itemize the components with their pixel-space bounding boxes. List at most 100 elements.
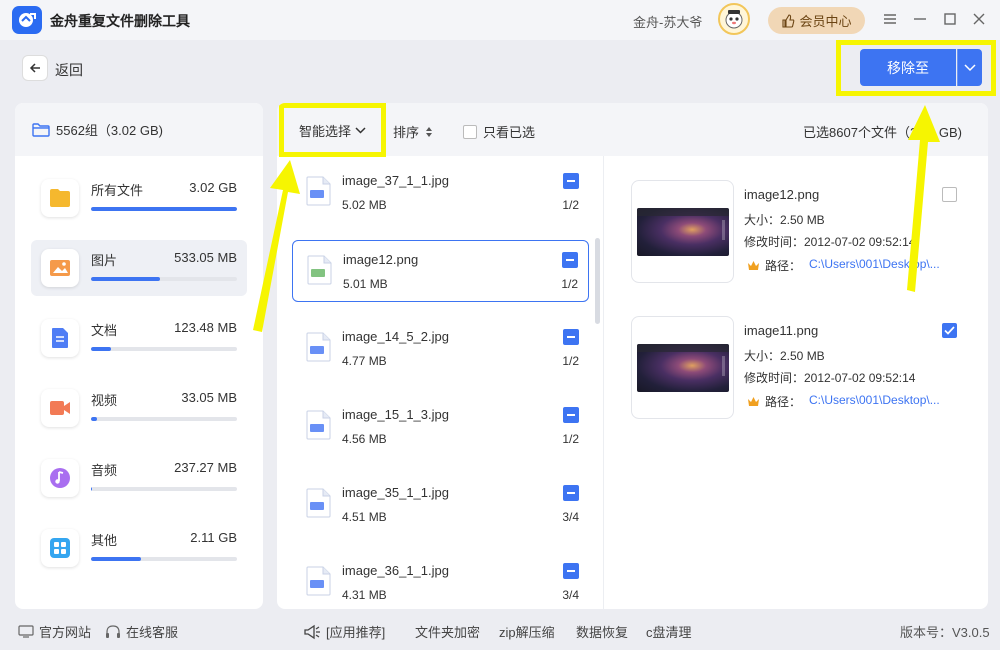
file-row[interactable]: image_14_5_2.jpg 4.77 MB 1/2 — [292, 318, 589, 380]
apps-icon — [41, 529, 79, 567]
app-title: 金舟重复文件删除工具 — [50, 13, 190, 29]
file-name: image_35_1_1.jpg — [342, 485, 449, 500]
select-checkbox[interactable] — [942, 187, 957, 202]
arrow-left-icon — [29, 63, 40, 73]
file-name: image_37_1_1.jpg — [342, 173, 449, 188]
deselect-checkbox[interactable] — [563, 173, 579, 189]
deselect-checkbox[interactable] — [562, 252, 578, 268]
file-size: 4.77 MB — [342, 354, 387, 368]
image-thumbnail[interactable] — [631, 316, 734, 419]
footer-link-folder-encrypt[interactable]: 文件夹加密 — [415, 622, 480, 641]
move-to-dropdown[interactable] — [957, 49, 982, 86]
menu-icon[interactable] — [880, 9, 900, 29]
category-progress-fill — [91, 277, 160, 281]
sort-icon — [426, 126, 433, 137]
detail-path-label: 路径： — [765, 395, 802, 409]
file-row[interactable]: image12.png 5.01 MB 1/2 — [292, 240, 589, 302]
online-service-link[interactable]: 在线客服 — [105, 622, 178, 641]
title-bar: 金舟重复文件删除工具 金舟-苏大爷 会员中心 — [0, 0, 1000, 40]
category-progress — [91, 277, 237, 281]
image-file-icon — [307, 255, 332, 285]
sidebar-item-videos[interactable]: 视频 33.05 MB — [31, 380, 247, 436]
sidebar-item-all-files[interactable]: 所有文件 3.02 GB — [31, 170, 247, 226]
official-site-label: 官方网站 — [39, 625, 92, 640]
detail-file-name: image12.png — [744, 187, 820, 202]
category-progress — [91, 417, 237, 421]
detail-file-size: 大小：2.50 MB — [744, 213, 825, 227]
only-selected-label: 只看已选 — [483, 125, 536, 140]
category-name: 其他 — [91, 533, 118, 548]
sidebar-item-images[interactable]: 图片 533.05 MB — [31, 240, 247, 296]
deselect-checkbox[interactable] — [563, 329, 579, 345]
vip-center-button[interactable]: 会员中心 — [768, 7, 865, 34]
file-group-index: 3/4 — [562, 510, 579, 524]
official-site-link[interactable]: 官方网站 — [18, 622, 91, 641]
category-size: 33.05 MB — [181, 390, 237, 405]
smart-select-dropdown[interactable]: 智能选择 — [279, 103, 386, 157]
file-name: image_36_1_1.jpg — [342, 563, 449, 578]
only-selected-toggle[interactable]: 只看已选 — [463, 122, 535, 141]
recommend-link[interactable]: [应用推荐] — [303, 622, 385, 641]
file-group-index: 3/4 — [562, 588, 579, 602]
user-name[interactable]: 金舟-苏大爷 — [633, 12, 702, 31]
file-panel: 智能选择 排序 只看已选 已选8607个文件（2.71 GB) image_37… — [277, 103, 988, 609]
file-size: 5.02 MB — [342, 198, 387, 212]
sidebar-item-documents[interactable]: 文档 123.48 MB — [31, 310, 247, 366]
image-icon — [41, 249, 79, 287]
deselect-checkbox[interactable] — [563, 563, 579, 579]
crown-icon — [748, 397, 759, 406]
category-progress — [91, 347, 237, 351]
back-button[interactable] — [22, 55, 48, 81]
category-size: 123.48 MB — [174, 320, 237, 335]
detail-modified-time: 修改时间：2012-07-02 09:52:14 — [744, 371, 916, 385]
file-group-index: 1/2 — [562, 198, 579, 212]
move-to-button[interactable]: 移除至 — [860, 49, 956, 86]
footer-link-data-recovery[interactable]: 数据恢复 — [576, 622, 628, 641]
close-icon[interactable] — [969, 9, 989, 29]
file-row[interactable]: image_36_1_1.jpg 4.31 MB 3/4 — [292, 552, 589, 609]
vip-center-label: 会员中心 — [799, 14, 852, 29]
detail-path-link[interactable]: C:\Users\001\Desktop\... — [809, 257, 959, 271]
footer-link-zip[interactable]: zip解压缩 — [499, 622, 555, 641]
category-size: 533.05 MB — [174, 250, 237, 265]
video-icon — [41, 389, 79, 427]
category-sidebar: 5562组（3.02 GB) 所有文件 3.02 GB 图片 533.05 MB… — [15, 103, 263, 609]
avatar[interactable] — [718, 3, 750, 35]
file-name: image_14_5_2.jpg — [342, 329, 449, 344]
minimize-icon[interactable] — [910, 9, 930, 29]
category-name: 图片 — [91, 253, 118, 268]
deselect-checkbox[interactable] — [563, 407, 579, 423]
monitor-icon — [18, 625, 34, 638]
detail-path-link[interactable]: C:\Users\001\Desktop\... — [809, 393, 959, 407]
category-name: 视频 — [91, 393, 118, 408]
online-service-label: 在线客服 — [126, 625, 179, 640]
only-selected-checkbox[interactable] — [463, 124, 477, 139]
sidebar-summary-text: 5562组（3.02 GB) — [56, 123, 163, 138]
move-to-highlight: 移除至 — [836, 40, 996, 96]
file-list-scrollbar[interactable] — [595, 238, 600, 324]
category-progress-fill — [91, 487, 93, 491]
back-label[interactable]: 返回 — [55, 60, 83, 80]
selected-count: 已选8607个文件（2.71 GB) — [803, 125, 962, 140]
file-row[interactable]: image_35_1_1.jpg 4.51 MB 3/4 — [292, 474, 589, 536]
duplicate-detail-card: image11.png 大小：2.50 MB 修改时间：2012-07-02 0… — [631, 316, 961, 422]
deselect-checkbox[interactable] — [563, 485, 579, 501]
file-row[interactable]: image_15_1_3.jpg 4.56 MB 1/2 — [292, 396, 589, 458]
file-row[interactable]: image_37_1_1.jpg 5.02 MB 1/2 — [292, 162, 589, 224]
category-progress — [91, 487, 237, 491]
sidebar-item-other[interactable]: 其他 2.11 GB — [31, 520, 247, 576]
headset-icon — [106, 624, 120, 638]
select-checkbox[interactable] — [942, 323, 957, 338]
sidebar-summary: 5562组（3.02 GB) — [15, 103, 263, 156]
image-file-icon — [306, 566, 331, 596]
sort-button[interactable]: 排序 — [393, 122, 433, 141]
sidebar-item-audio[interactable]: 音频 237.27 MB — [31, 450, 247, 506]
recommend-label: [应用推荐] — [326, 625, 386, 640]
category-progress-fill — [91, 417, 97, 421]
file-name: image12.png — [343, 252, 419, 267]
category-progress-fill — [91, 207, 237, 211]
image-thumbnail[interactable] — [631, 180, 734, 283]
image-file-icon — [306, 488, 331, 518]
maximize-icon[interactable] — [940, 9, 960, 29]
footer-link-c-clean[interactable]: c盘清理 — [646, 622, 692, 641]
